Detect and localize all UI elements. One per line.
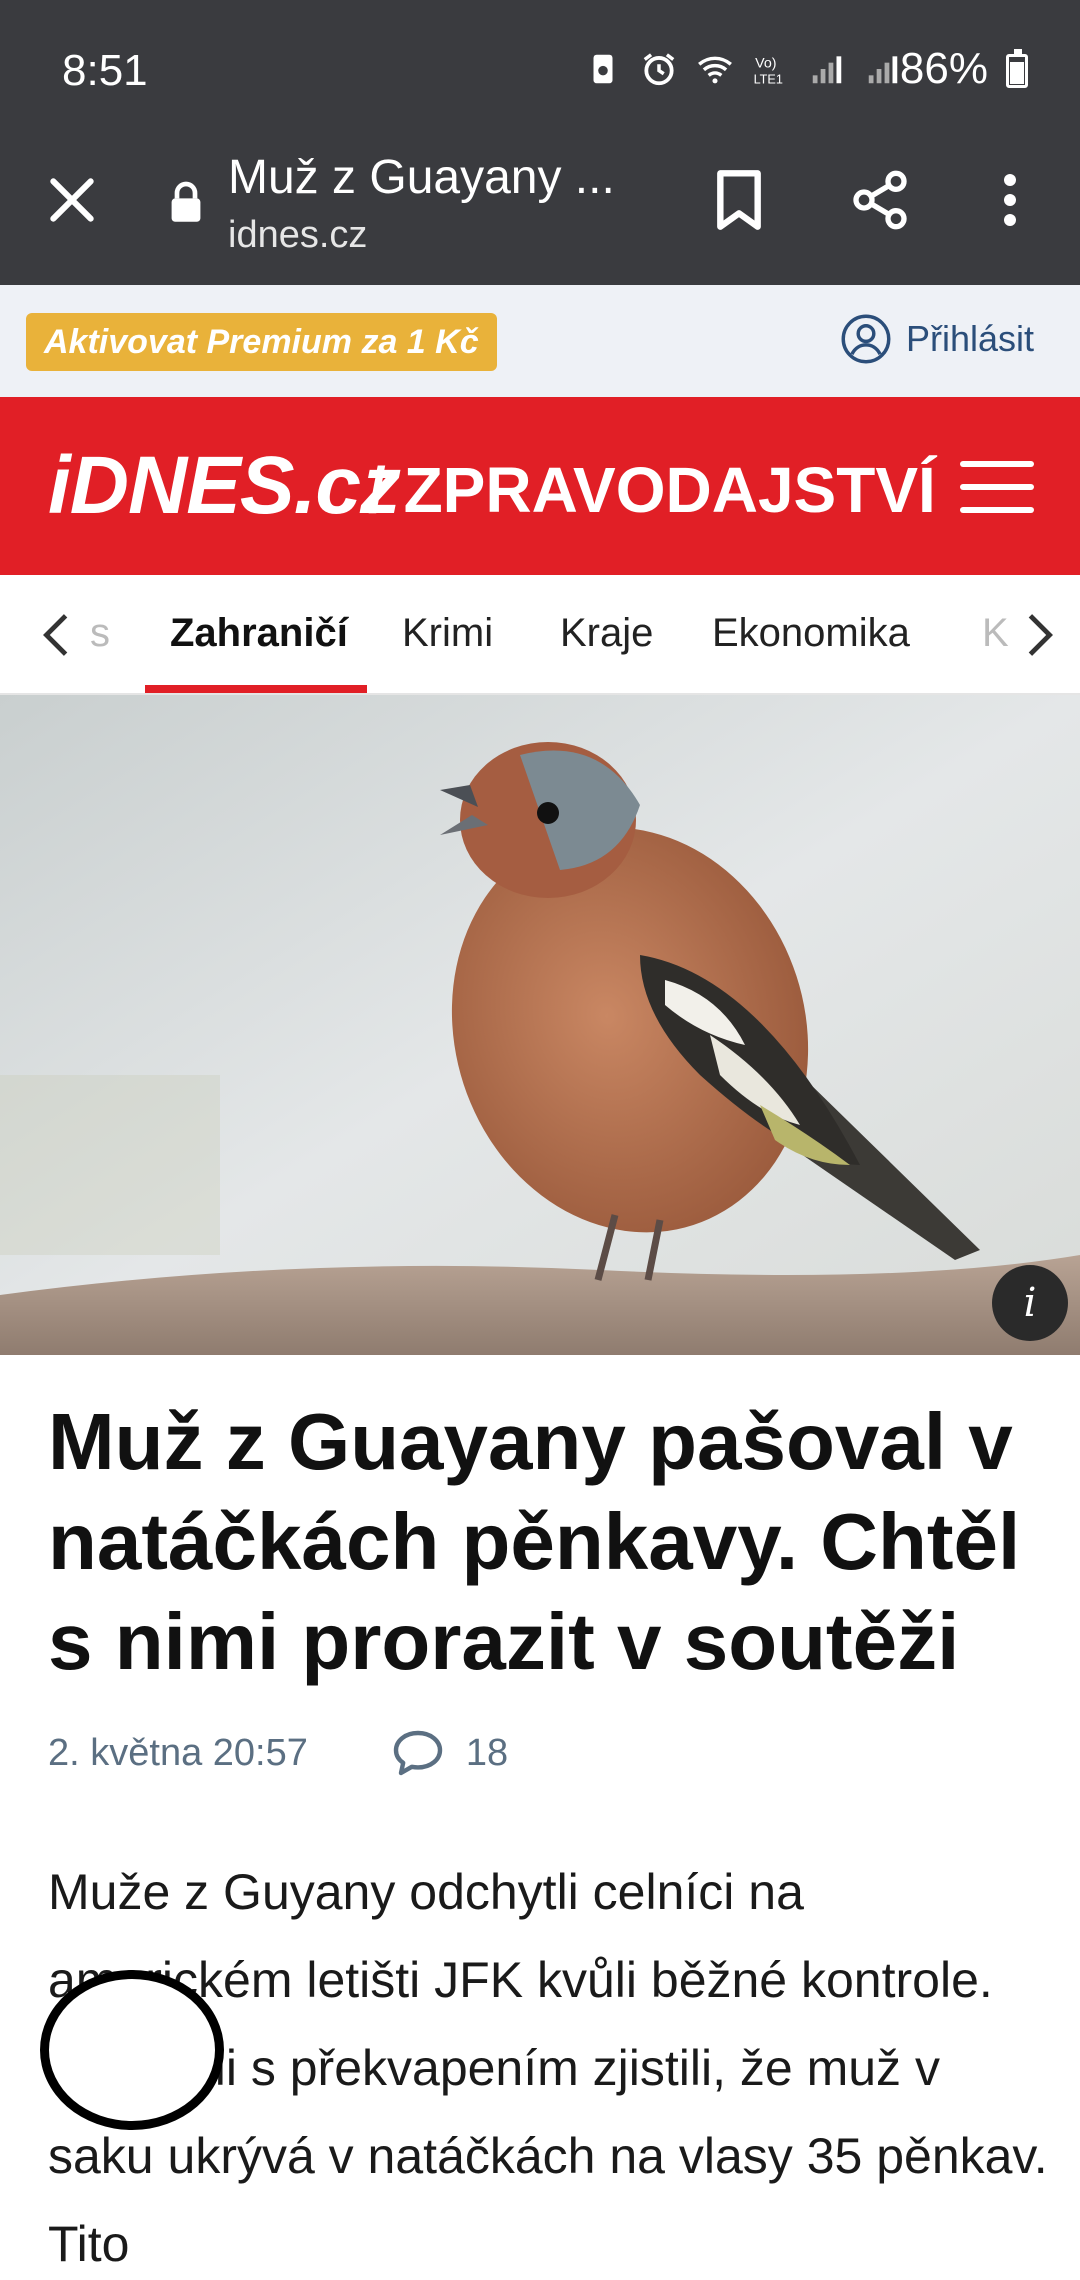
svg-text:Vo): Vo) [755,55,776,71]
status-icons: Vo) LTE1 [584,50,902,88]
user-icon [841,314,891,364]
lock-icon [171,181,201,222]
floating-assistive-button[interactable] [40,1970,224,2130]
tab-kraje[interactable]: Kraje [560,611,653,656]
comment-icon[interactable] [392,1728,444,1778]
menu-icon[interactable] [960,461,1034,513]
login-link[interactable]: Přihlásit [840,313,1034,365]
chevron-left-icon[interactable] [38,611,74,659]
wifi-icon [698,56,732,84]
article-meta: 2. května 20:57 18 [48,1728,508,1778]
site-header: iDNES.cz / ZPRAVODAJSTVÍ [0,397,1080,575]
category-tabs: s Zahraničí Krimi Kraje Ekonomika K [0,575,1080,695]
comment-count[interactable]: 18 [466,1732,508,1775]
chaffinch-photo [0,695,1080,1355]
alarm-icon [643,53,675,86]
section-title[interactable]: / ZPRAVODAJSTVÍ [368,453,936,527]
active-tab-indicator [145,685,367,693]
tab-krimi[interactable]: Krimi [402,611,493,656]
tab-zahranici[interactable]: Zahraničí [170,611,348,656]
premium-bar: Aktivovat Premium za 1 Kč Přihlásit [0,285,1080,397]
battery-percent: 86% [899,44,988,93]
status-time: 8:51 [62,46,148,95]
volte-icon: Vo)LTE1 [754,55,783,86]
article-date: 2. května 20:57 [48,1731,308,1774]
activate-premium-button[interactable]: Aktivovat Premium za 1 Kč [26,313,497,371]
tab-ekonomika[interactable]: Ekonomika [712,611,910,656]
site-logo[interactable]: iDNES.cz [48,439,401,533]
signal-icon [868,56,898,84]
image-info-button[interactable]: i [992,1265,1068,1341]
more-options-button[interactable] [990,170,1030,230]
page-title[interactable]: Muž z Guayany ... [228,150,615,205]
svg-text:LTE1: LTE1 [754,72,783,86]
browser-chrome: 8:51 Vo) LTE1 86% Muž z Guayany ... idnes… [0,0,1080,285]
bookmark-button[interactable] [712,168,766,232]
article-headline: Muž z Guayany pašoval v natáčkách pěnkav… [48,1397,1021,1686]
signal-icon [812,56,842,84]
tab-next[interactable]: K [982,611,1009,656]
close-tab-button[interactable] [44,172,100,228]
url-host[interactable]: idnes.cz [228,214,367,257]
tab-previous[interactable]: s [90,611,110,656]
battery-icon [1006,49,1028,88]
login-label: Přihlásit [905,318,1034,359]
battery-saver-icon [593,54,613,84]
share-button[interactable] [848,168,912,232]
article-image[interactable]: i [0,695,1080,1355]
chevron-right-icon[interactable] [1022,611,1058,659]
